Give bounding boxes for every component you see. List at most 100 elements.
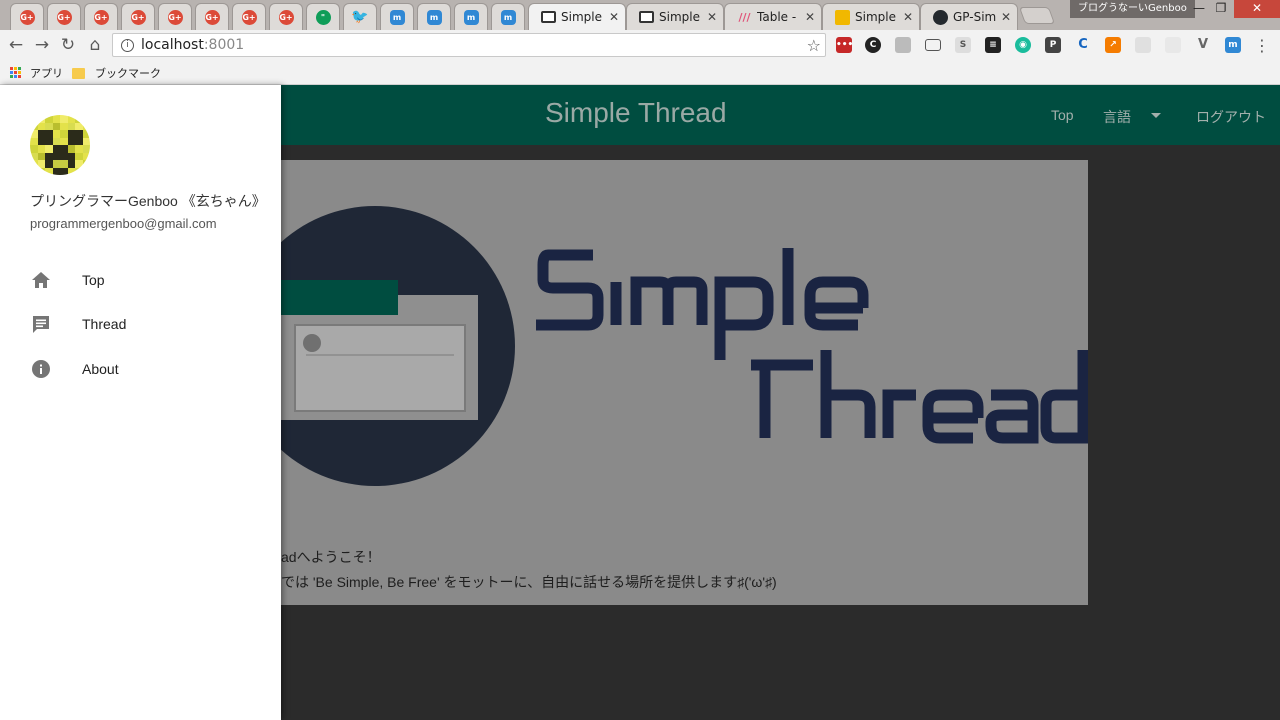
tab-google-plus-4[interactable]: G+ [121,3,155,30]
back-button[interactable]: ← [4,33,28,57]
user-name: プリングラマーGenboo 《玄ちゃん》 [30,193,266,209]
extension-icon[interactable]: ≡ [985,37,1001,53]
close-icon[interactable]: ✕ [609,10,619,24]
google-plus-icon: G+ [204,9,220,25]
extension-icon[interactable]: P [1045,37,1061,53]
extension-icon[interactable]: C [865,37,881,53]
nav-logout-link[interactable]: ログアウト [1196,107,1266,127]
welcome-line-2: では 'Be Simple, Be Free' をモットーに、自由に話せる場所を… [281,574,777,590]
extension-icon[interactable] [1165,37,1181,53]
reload-button[interactable]: ↻ [56,33,80,57]
extension-icon[interactable]: C [1075,37,1091,53]
info-icon[interactable]: i [121,38,134,52]
simple-thread-icon [639,11,654,23]
tab-google-plus-3[interactable]: G+ [84,3,118,30]
profile-button[interactable]: ブログうなーいGenboo [1070,0,1195,18]
welcome-text: adへようこそ！ では 'Be Simple, Be Free' をモットーに、… [198,545,777,595]
google-plus-icon: G+ [56,9,72,25]
maximize-button[interactable]: ❐ [1206,0,1236,18]
tab-hangouts[interactable]: " [306,3,340,30]
tab-simple-thread-active[interactable]: Simple ✕ [528,3,626,30]
simple-thread-icon [541,11,556,23]
tab-google-plus-1[interactable]: G+ [10,3,44,30]
bookmark-apps-label: アプリ [30,67,63,80]
tab-table[interactable]: /// Table - ✕ [724,3,822,30]
drawer-item-label: Thread [82,316,127,332]
bookmark-folder[interactable]: ブックマーク [72,65,161,81]
extension-icon[interactable]: ••• [836,37,853,53]
tab-google-plus-5[interactable]: G+ [158,3,192,30]
tab-simple-thread[interactable]: Simple ✕ [626,3,724,30]
google-plus-icon: G+ [167,9,183,25]
address-host: localhost [141,37,204,53]
drawer-item-label: Top [82,272,105,288]
navigation-drawer: プリングラマーGenboo 《玄ちゃん》 programmergenboo@gm… [0,85,281,720]
extension-icon[interactable]: V [1195,37,1211,53]
google-plus-icon: G+ [241,9,257,25]
bookmark-folder-label: ブックマーク [95,67,161,80]
tab-google-plus-6[interactable]: G+ [195,3,229,30]
cast-icon[interactable] [925,39,941,51]
home-icon [30,269,52,291]
nav-top-link[interactable]: Top [1051,107,1074,123]
welcome-card: adへようこそ！ では 'Be Simple, Be Free' をモットーに、… [198,160,1088,605]
home-button[interactable]: ⌂ [83,33,107,57]
user-email: programmergenboo@gmail.com [30,216,217,231]
nav-language-dropdown[interactable]: 言語 [1103,107,1131,127]
folder-icon [72,67,85,79]
extension-icon[interactable]: S [955,37,971,53]
bookmarks-bar: アプリ ブックマーク [0,60,1280,85]
tab-mastodon-1[interactable]: m [380,3,414,30]
tab-twitter[interactable]: 🐦 [343,3,377,30]
tab-mastodon-3[interactable]: m [454,3,488,30]
browser-tab-strip: G+ G+ G+ G+ G+ G+ G+ G+ " 🐦 m m m m Simp… [0,0,1280,30]
google-plus-icon: G+ [278,9,294,25]
drawer-item-thread[interactable]: Thread [0,304,281,344]
window-close-button[interactable]: ✕ [1234,0,1280,18]
extension-icon[interactable] [895,37,911,53]
mastodon-icon: m [500,9,516,25]
mastodon-icon[interactable]: m [1225,37,1241,53]
tab-google-plus-8[interactable]: G+ [269,3,303,30]
drawer-item-about[interactable]: About [0,349,281,389]
bookmark-apps[interactable]: アプリ [10,65,63,81]
simple-thread-logo [218,206,1088,486]
welcome-line-1: adへようこそ！ [281,549,381,565]
google-plus-icon: G+ [130,9,146,25]
mastodon-icon: m [426,9,442,25]
extension-icon[interactable] [1135,37,1151,53]
tab-title: Simple [855,10,896,24]
extension-icon[interactable]: ◉ [1015,37,1031,53]
address-bar[interactable]: i localhost:8001 ☆ [112,33,826,57]
tab-title: Table - [757,10,797,24]
tab-title: Simple [561,10,602,24]
new-tab-button[interactable] [1018,7,1056,24]
forward-button[interactable]: → [30,33,54,57]
close-icon[interactable]: ✕ [707,10,717,24]
browser-menu-icon[interactable]: ⋮ [1254,36,1270,55]
close-icon[interactable]: ✕ [805,10,815,24]
avatar[interactable] [30,115,90,175]
tab-mastodon-4[interactable]: m [491,3,525,30]
extension-icon[interactable]: ↗ [1105,37,1121,53]
simple-icon [835,9,850,25]
tab-title: GP-Sim [953,10,997,24]
drawer-item-top[interactable]: Top [0,260,281,300]
hangouts-icon: " [315,9,331,25]
apps-grid-icon [10,67,22,79]
tab-mastodon-2[interactable]: m [417,3,451,30]
close-icon[interactable]: ✕ [903,10,913,24]
dropdown-caret-icon[interactable] [1151,113,1161,118]
bookmark-star-icon[interactable]: ☆ [807,36,821,55]
browser-toolbar: ← → ↻ ⌂ i localhost:8001 ☆ ••• C S ≡ ◉ P… [0,30,1280,60]
close-icon[interactable]: ✕ [1001,10,1011,24]
mastodon-icon: m [389,9,405,25]
info-icon [30,358,52,380]
table-icon: /// [738,10,751,24]
tab-google-plus-7[interactable]: G+ [232,3,266,30]
tab-github[interactable]: GP-Sim ✕ [920,3,1018,30]
tab-simple[interactable]: Simple ✕ [822,3,920,30]
tab-google-plus-2[interactable]: G+ [47,3,81,30]
app-brand-title[interactable]: Simple Thread [545,97,727,129]
google-plus-icon: G+ [19,9,35,25]
